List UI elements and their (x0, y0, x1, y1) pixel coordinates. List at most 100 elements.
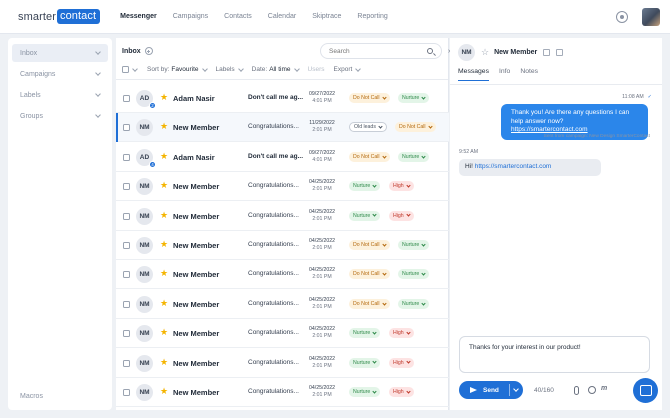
star-icon[interactable]: ★ (160, 298, 168, 308)
macro-icon[interactable]: m (601, 385, 609, 393)
outgoing-link[interactable]: https://smartercontact.com (511, 126, 588, 133)
star-icon[interactable]: ☆ (481, 47, 489, 58)
row-checkbox[interactable] (123, 183, 130, 191)
row-checkbox[interactable] (123, 212, 130, 220)
row-checkbox[interactable] (123, 389, 130, 396)
table-row[interactable]: NM ★ New Member Congratulations... 04/25/202… (116, 260, 449, 290)
table-row[interactable]: NM ★ New Member Congratulations... 04/25/202… (116, 319, 449, 349)
status-badge[interactable]: Do Not Call (349, 151, 390, 162)
status-badge[interactable]: Nurture (398, 298, 430, 309)
table-row[interactable]: AD 2 ★ Adam Nasir Don't call me ag... 09/27/2… (116, 84, 449, 113)
sidebar-item-groups[interactable]: Groups (12, 107, 108, 125)
status-badge[interactable]: High (389, 210, 414, 221)
user-avatar[interactable] (642, 8, 660, 26)
status-badge[interactable]: Nurture (349, 328, 381, 339)
external-link-icon[interactable] (556, 49, 564, 56)
collapse-arrow-icon[interactable]: › (448, 48, 450, 55)
paperclip-icon[interactable] (574, 386, 579, 395)
add-circle-icon[interactable] (144, 47, 153, 55)
search-icon[interactable] (427, 48, 433, 54)
gear-icon[interactable] (616, 11, 628, 23)
status-badge[interactable]: High (389, 328, 414, 339)
date-dropdown[interactable]: Date: All time (252, 65, 300, 73)
labels-dropdown[interactable]: Labels (216, 65, 244, 73)
search-input[interactable] (329, 47, 419, 55)
tab-notes[interactable]: Notes (520, 68, 538, 81)
select-all-checkbox[interactable] (122, 66, 129, 73)
star-icon[interactable]: ★ (160, 387, 168, 396)
star-icon[interactable]: ★ (160, 210, 168, 220)
check-icon: ✓ (647, 94, 652, 100)
sort-dropdown[interactable]: Sort by: Favourite (147, 65, 208, 73)
users-dropdown[interactable]: Users (308, 66, 325, 73)
table-row[interactable]: NM ★ New Member Congratulations... 04/25/202… (116, 202, 449, 231)
message-preview: Congratulations... (248, 182, 299, 190)
sidebar-item-campaigns[interactable]: Campaigns (12, 65, 108, 83)
table-row[interactable]: NM ★ New Member Congratulations... 04/25/202… (116, 290, 449, 319)
star-icon[interactable]: ★ (160, 181, 168, 190)
star-icon[interactable]: ★ (160, 328, 168, 337)
table-row[interactable]: NM ★ New Member Congratulations... 04/25/202… (116, 231, 449, 260)
nav-campaigns[interactable]: Campaigns (173, 13, 208, 20)
app-logo[interactable]: smarter contact (18, 9, 101, 24)
status-badge[interactable]: Nurture (349, 210, 381, 221)
message-preview: Congratulations... (248, 388, 299, 395)
star-icon[interactable]: ★ (160, 93, 168, 102)
table-row[interactable]: AD 4 ★ Adam Nasir Don't call me ag... 09/27/2… (116, 143, 449, 172)
select-all-dropdown[interactable] (122, 65, 138, 73)
status-badge[interactable]: Old leads (349, 122, 387, 133)
status-badge[interactable]: Do Not Call (349, 269, 390, 280)
row-checkbox[interactable] (123, 359, 130, 367)
send-button[interactable]: Send (459, 381, 523, 399)
table-row[interactable]: NM ★ New Member Congratulations... 04/25/202… (116, 172, 449, 202)
status-badge[interactable]: Do Not Call (349, 93, 390, 103)
incoming-link[interactable]: https://smartercontact.com (475, 163, 552, 170)
nav-calendar[interactable]: Calendar (268, 13, 296, 20)
nav-messenger[interactable]: Messenger (120, 13, 157, 20)
status-badge[interactable]: Nurture (349, 387, 381, 397)
table-row[interactable]: NM ★ New Member Congratulations... 04/25/202… (116, 378, 449, 407)
chat-icon[interactable] (633, 378, 658, 403)
message-composer[interactable]: Thanks for your interest in our product! (459, 336, 650, 373)
status-badge[interactable]: High (389, 387, 414, 397)
star-icon[interactable]: ★ (160, 151, 168, 161)
nav-reporting[interactable]: Reporting (357, 13, 387, 20)
row-checkbox[interactable] (123, 242, 130, 249)
row-checkbox[interactable] (123, 95, 130, 102)
row-checkbox[interactable] (123, 300, 130, 308)
row-checkbox[interactable] (123, 271, 130, 279)
tag-label: High (393, 330, 404, 337)
chevron-down-icon[interactable] (513, 386, 519, 392)
status-badge[interactable]: Nurture (398, 240, 430, 250)
sidebar-item-inbox[interactable]: Inbox (12, 44, 108, 62)
status-badge[interactable]: Nurture (398, 151, 430, 162)
status-badge[interactable]: Nurture (398, 93, 430, 103)
star-icon[interactable]: ★ (160, 269, 168, 278)
status-badge[interactable]: Nurture (349, 181, 381, 192)
add-contact-icon[interactable] (543, 49, 551, 56)
status-badge[interactable]: Do Not Call (395, 122, 436, 133)
nav-skiptrace[interactable]: Skiptrace (312, 13, 341, 20)
emoji-icon[interactable] (588, 386, 596, 394)
sidebar-item-labels[interactable]: Labels (12, 86, 108, 104)
tag-label: Nurture (353, 212, 371, 219)
tab-messages[interactable]: Messages (458, 68, 489, 81)
row-checkbox[interactable] (123, 124, 130, 132)
star-icon[interactable]: ★ (160, 357, 168, 367)
tab-info[interactable]: Info (499, 68, 510, 81)
row-checkbox[interactable] (123, 153, 130, 161)
status-badge[interactable]: Nurture (398, 269, 430, 280)
export-dropdown[interactable]: Export (334, 65, 362, 73)
star-icon[interactable]: ★ (160, 122, 168, 131)
table-row[interactable]: NM ★ New Member Congratulations... 11/29/202… (116, 113, 449, 143)
macros-link[interactable]: Macros (20, 393, 43, 400)
nav-contacts[interactable]: Contacts (224, 13, 252, 20)
status-badge[interactable]: Do Not Call (349, 298, 390, 309)
table-row[interactable]: NM ★ New Member Congratulations... 04/25/202… (116, 349, 449, 378)
status-badge[interactable]: High (389, 181, 414, 192)
status-badge[interactable]: Do Not Call (349, 240, 390, 250)
row-checkbox[interactable] (123, 330, 130, 338)
status-badge[interactable]: Nurture (349, 357, 381, 368)
star-icon[interactable]: ★ (160, 240, 168, 249)
status-badge[interactable]: High (389, 357, 414, 368)
